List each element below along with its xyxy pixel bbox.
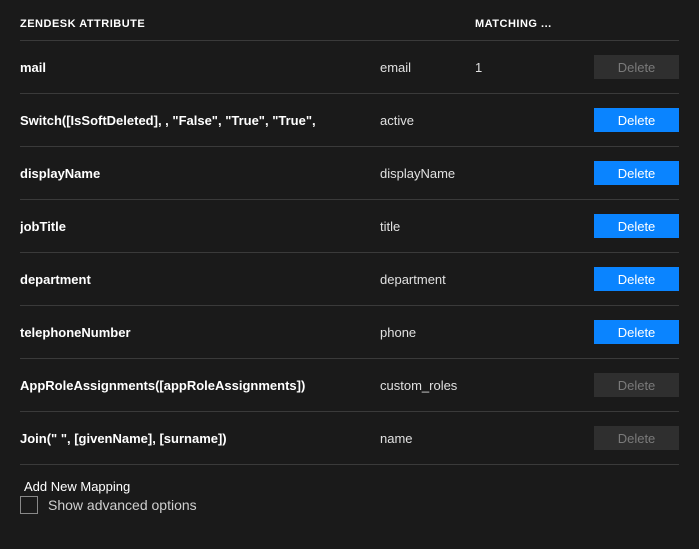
action-cell: Delete — [575, 267, 679, 291]
delete-button[interactable]: Delete — [594, 320, 679, 344]
delete-button[interactable]: Delete — [594, 214, 679, 238]
delete-button: Delete — [594, 426, 679, 450]
delete-button[interactable]: Delete — [594, 108, 679, 132]
table-row[interactable]: displayNamedisplayName Delete — [20, 146, 679, 199]
matching-cell: 1 — [475, 60, 575, 75]
app-attribute-cell: phone — [380, 325, 475, 340]
app-attribute-cell: displayName — [380, 166, 475, 181]
delete-button: Delete — [594, 373, 679, 397]
app-attribute-cell: active — [380, 113, 475, 128]
header-zendesk-attribute: ZENDESK ATTRIBUTE — [20, 18, 380, 30]
action-cell: Delete — [575, 426, 679, 450]
delete-button: Delete — [594, 55, 679, 79]
delete-button[interactable]: Delete — [594, 161, 679, 185]
app-attribute-cell: department — [380, 272, 475, 287]
action-cell: Delete — [575, 373, 679, 397]
header-matching: MATCHING ... — [475, 18, 575, 30]
table-row[interactable]: AppRoleAssignments([appRoleAssignments])… — [20, 358, 679, 411]
delete-button[interactable]: Delete — [594, 267, 679, 291]
mapping-table: ZENDESK ATTRIBUTE MATCHING ... mailemail… — [0, 0, 699, 508]
zendesk-attribute-cell: AppRoleAssignments([appRoleAssignments]) — [20, 378, 380, 393]
zendesk-attribute-cell: department — [20, 272, 380, 287]
table-header-row: ZENDESK ATTRIBUTE MATCHING ... — [20, 0, 679, 40]
advanced-options-checkbox[interactable] — [20, 496, 38, 514]
action-cell: Delete — [575, 55, 679, 79]
zendesk-attribute-cell: Join(" ", [givenName], [surname]) — [20, 431, 380, 446]
zendesk-attribute-cell: mail — [20, 60, 380, 75]
table-row[interactable]: jobTitletitle Delete — [20, 199, 679, 252]
footer-options: Show advanced options — [20, 496, 197, 514]
attribute-mapping-panel: ZENDESK ATTRIBUTE MATCHING ... mailemail… — [0, 0, 699, 549]
zendesk-attribute-cell: telephoneNumber — [20, 325, 380, 340]
action-cell: Delete — [575, 161, 679, 185]
table-row[interactable]: telephoneNumberphone Delete — [20, 305, 679, 358]
app-attribute-cell: name — [380, 431, 475, 446]
action-cell: Delete — [575, 108, 679, 132]
advanced-options-label: Show advanced options — [48, 497, 197, 513]
zendesk-attribute-cell: Switch([IsSoftDeleted], , "False", "True… — [20, 113, 380, 128]
app-attribute-cell: email — [380, 60, 475, 75]
action-cell: Delete — [575, 214, 679, 238]
table-row[interactable]: Switch([IsSoftDeleted], , "False", "True… — [20, 93, 679, 146]
app-attribute-cell: title — [380, 219, 475, 234]
app-attribute-cell: custom_roles — [380, 378, 475, 393]
table-row[interactable]: Join(" ", [givenName], [surname])name Del… — [20, 411, 679, 464]
zendesk-attribute-cell: jobTitle — [20, 219, 380, 234]
table-row[interactable]: mailemail1 Delete — [20, 40, 679, 93]
zendesk-attribute-cell: displayName — [20, 166, 380, 181]
action-cell: Delete — [575, 320, 679, 344]
table-row[interactable]: departmentdepartment Delete — [20, 252, 679, 305]
